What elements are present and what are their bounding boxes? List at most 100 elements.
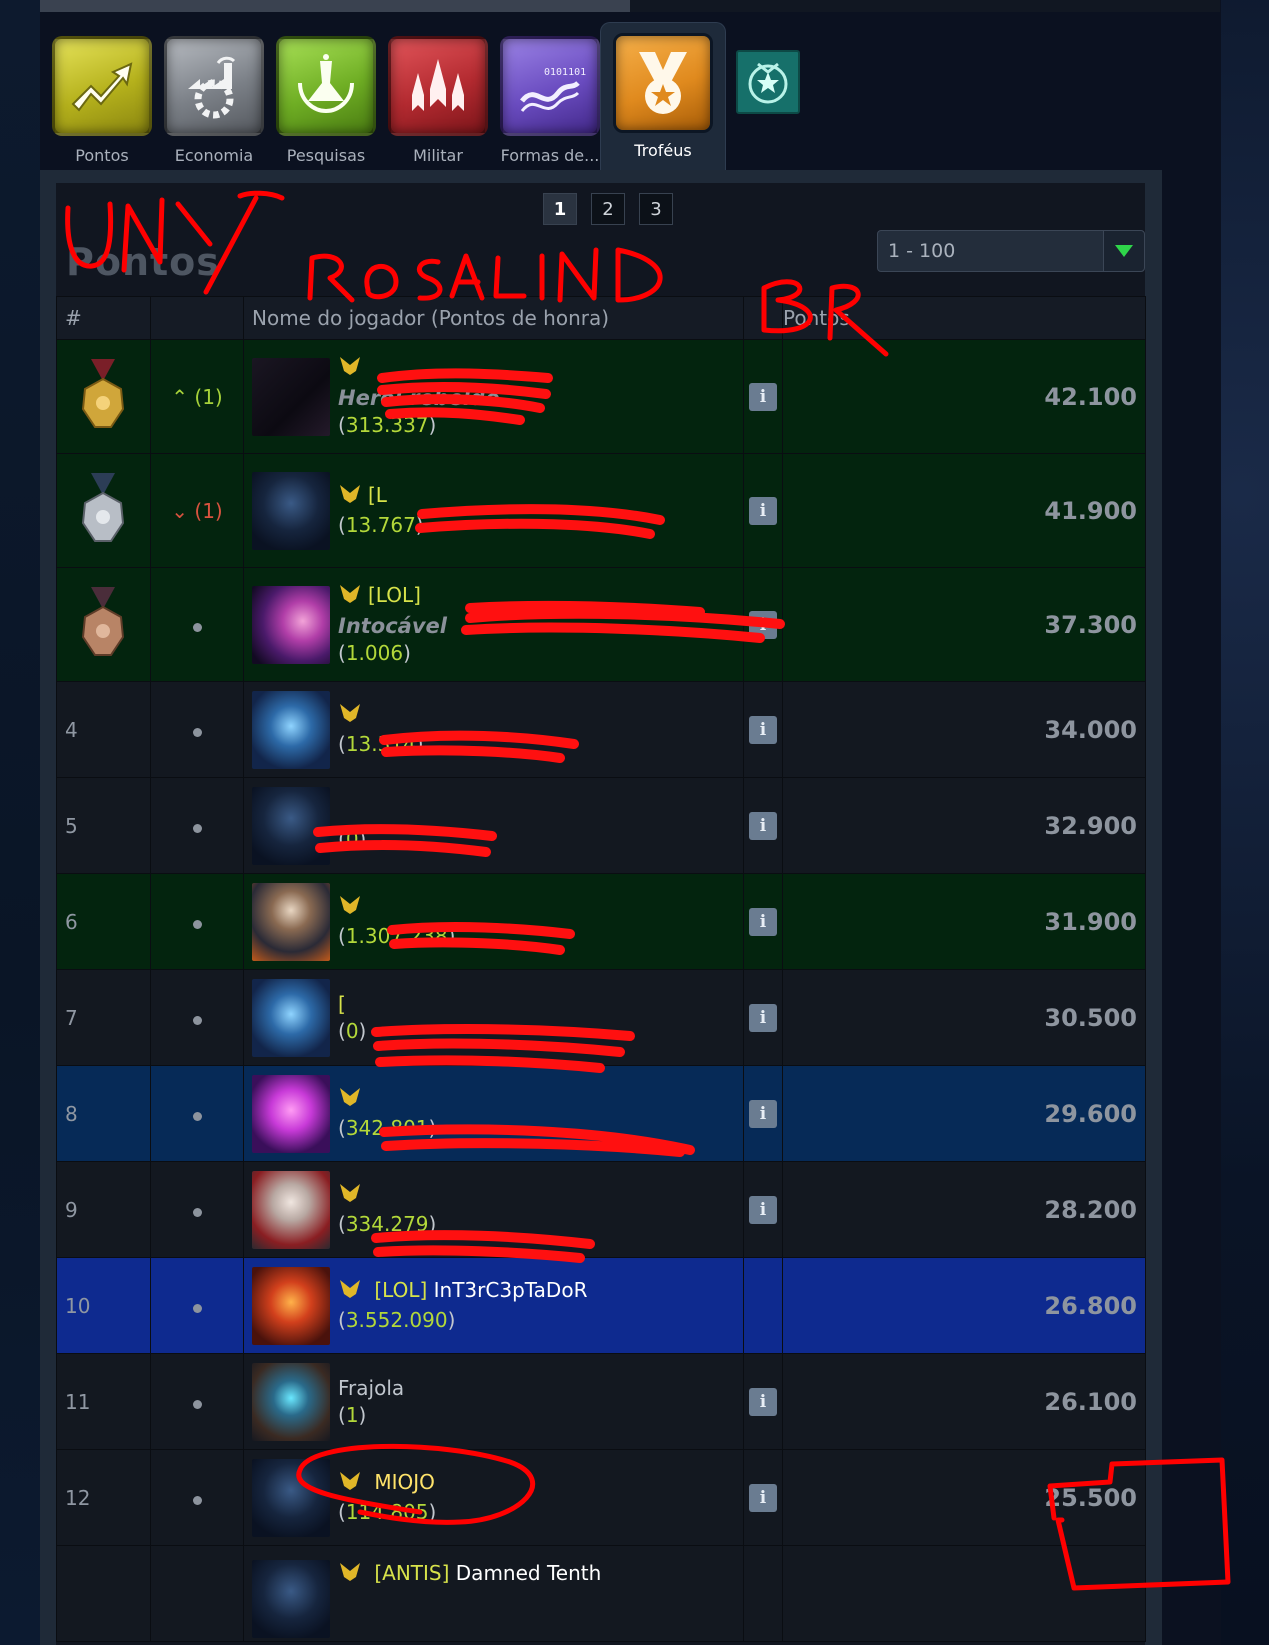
avatar[interactable]: [252, 1170, 330, 1249]
table-row[interactable]: ⌃ (1) Herói rebelde (313.337) i 42.100: [56, 339, 1146, 454]
player-name[interactable]: InT3rC3pTaDoR: [434, 1278, 588, 1302]
rank-cell: [56, 567, 151, 682]
rank-change: ⌄ (1): [150, 453, 244, 568]
tab-label: Formas de...: [500, 146, 600, 165]
tab-label: Pontos: [75, 146, 129, 165]
avatar[interactable]: [252, 471, 330, 550]
table-row[interactable]: 6 (1.307.238) i 31.900: [56, 873, 1146, 970]
alliance-emblem-icon[interactable]: [736, 50, 800, 114]
table-row[interactable]: 11 Frajola (1) i 26.100: [56, 1353, 1146, 1450]
points-value: 26.100: [782, 1353, 1146, 1450]
player-name[interactable]: Damned Tenth: [456, 1561, 602, 1585]
info-cell: i: [743, 1449, 783, 1546]
table-row[interactable]: 8 (342.801) i 29.600: [56, 1065, 1146, 1162]
tab-pesquisas[interactable]: Pesquisas: [272, 36, 380, 165]
rank-change: [150, 969, 244, 1066]
rank-cell: 5: [56, 777, 151, 874]
avatar[interactable]: [252, 978, 330, 1057]
avatar[interactable]: [252, 1458, 330, 1537]
rank-cell: 11: [56, 1353, 151, 1450]
rank-insignia-icon: [338, 355, 362, 384]
avatar[interactable]: [252, 585, 330, 664]
avatar[interactable]: [252, 690, 330, 769]
points-value: 26.800: [782, 1257, 1146, 1354]
tab-militar[interactable]: Militar: [384, 36, 492, 165]
rank-insignia-icon: [338, 583, 362, 612]
points-trend-icon: [52, 36, 152, 136]
page-3-button[interactable]: 3: [639, 193, 673, 225]
table-row[interactable]: [LOL] Intocável (1.006) i 37.300: [56, 567, 1146, 682]
tab-trofeus[interactable]: Troféus: [600, 22, 726, 181]
avatar[interactable]: [252, 1074, 330, 1153]
info-cell: i: [743, 681, 783, 778]
rank-cell: 6: [56, 873, 151, 970]
player-name[interactable]: MIOJO: [374, 1470, 435, 1494]
player-cell: (1.307.238): [243, 873, 744, 970]
info-icon[interactable]: i: [749, 382, 777, 411]
info-icon[interactable]: i: [749, 1387, 777, 1416]
player-cell: [LOL] Intocável (1.006): [243, 567, 744, 682]
player-cell: MIOJO (114.805): [243, 1449, 744, 1546]
tab-formas-de-vida[interactable]: 0101101 Formas de...: [496, 36, 604, 165]
info-icon[interactable]: i: [749, 1003, 777, 1032]
rank-unchanged-icon: [192, 1303, 202, 1313]
info-icon[interactable]: i: [749, 610, 777, 639]
rank-cell: 7: [56, 969, 151, 1066]
tab-label: Troféus: [634, 141, 692, 160]
table-row[interactable]: 4 (13.314) i 34.000: [56, 681, 1146, 778]
points-value: 25.500: [782, 1449, 1146, 1546]
player-cell: [ANTIS] Damned Tenth: [243, 1545, 744, 1642]
rank-unchanged-icon: [192, 823, 202, 833]
info-cell: i: [743, 1161, 783, 1258]
rank-unchanged-icon: [192, 1399, 202, 1409]
table-row[interactable]: ⌄ (1) [L (13.767) i 41.900: [56, 453, 1146, 568]
avatar[interactable]: [252, 357, 330, 436]
table-row[interactable]: 12 MIOJO (114.805) i 25.500: [56, 1449, 1146, 1546]
points-value: 32.900: [782, 777, 1146, 874]
honor-points: (1.307.238): [338, 924, 456, 948]
rank-down-icon: ⌄: [171, 498, 189, 523]
rank-change: [150, 1257, 244, 1354]
player-name[interactable]: Frajola: [338, 1376, 404, 1400]
player-title: Intocável: [338, 613, 447, 638]
range-select[interactable]: 1 - 100: [877, 230, 1145, 272]
table-row[interactable]: 7 [ (0) i 30.500: [56, 969, 1146, 1066]
avatar[interactable]: [252, 882, 330, 961]
rank-cell: 10: [56, 1257, 151, 1354]
rank-cell: 8: [56, 1065, 151, 1162]
info-cell: i: [743, 1065, 783, 1162]
avatar[interactable]: [252, 1560, 330, 1638]
trophy-medal-icon: [613, 33, 713, 133]
tab-pontos[interactable]: Pontos: [48, 36, 156, 165]
info-icon[interactable]: i: [749, 907, 777, 936]
info-icon[interactable]: i: [749, 1483, 777, 1512]
table-row-current-player[interactable]: 10 [LOL] InT3rC3pTaDoR (3.552.090) 26.80…: [56, 1257, 1146, 1354]
dropdown-arrow-icon[interactable]: [1103, 231, 1144, 271]
info-icon[interactable]: i: [749, 496, 777, 525]
page-2-button[interactable]: 2: [591, 193, 625, 225]
header-rank[interactable]: #: [56, 296, 151, 340]
avatar[interactable]: [252, 1362, 330, 1441]
header-player-name[interactable]: Nome do jogador (Pontos de honra): [243, 296, 744, 340]
info-icon[interactable]: i: [749, 1099, 777, 1128]
fighter-ships-icon: [388, 36, 488, 136]
rank-up-icon: ⌃: [171, 384, 189, 409]
info-icon[interactable]: i: [749, 1195, 777, 1224]
table-row[interactable]: 9 (334.279) i 28.200: [56, 1161, 1146, 1258]
pagination: 1 2 3: [543, 193, 673, 225]
avatar[interactable]: [252, 1266, 330, 1345]
honor-points: (313.337): [338, 413, 437, 438]
rank-insignia-icon: [338, 1470, 362, 1499]
table-row[interactable]: [ANTIS] Damned Tenth: [56, 1545, 1146, 1642]
avatar[interactable]: [252, 786, 330, 865]
info-icon[interactable]: i: [749, 715, 777, 744]
honor-points: (0): [338, 826, 367, 851]
tab-economia[interactable]: Economia: [160, 36, 268, 165]
table-row[interactable]: 5 (0) i 32.900: [56, 777, 1146, 874]
page-1-button[interactable]: 1: [543, 193, 577, 225]
info-icon[interactable]: i: [749, 811, 777, 840]
points-value: 31.900: [782, 873, 1146, 970]
gold-medal-icon: [81, 358, 125, 428]
header-points[interactable]: Pontos: [782, 296, 1146, 340]
points-value: 28.200: [782, 1161, 1146, 1258]
